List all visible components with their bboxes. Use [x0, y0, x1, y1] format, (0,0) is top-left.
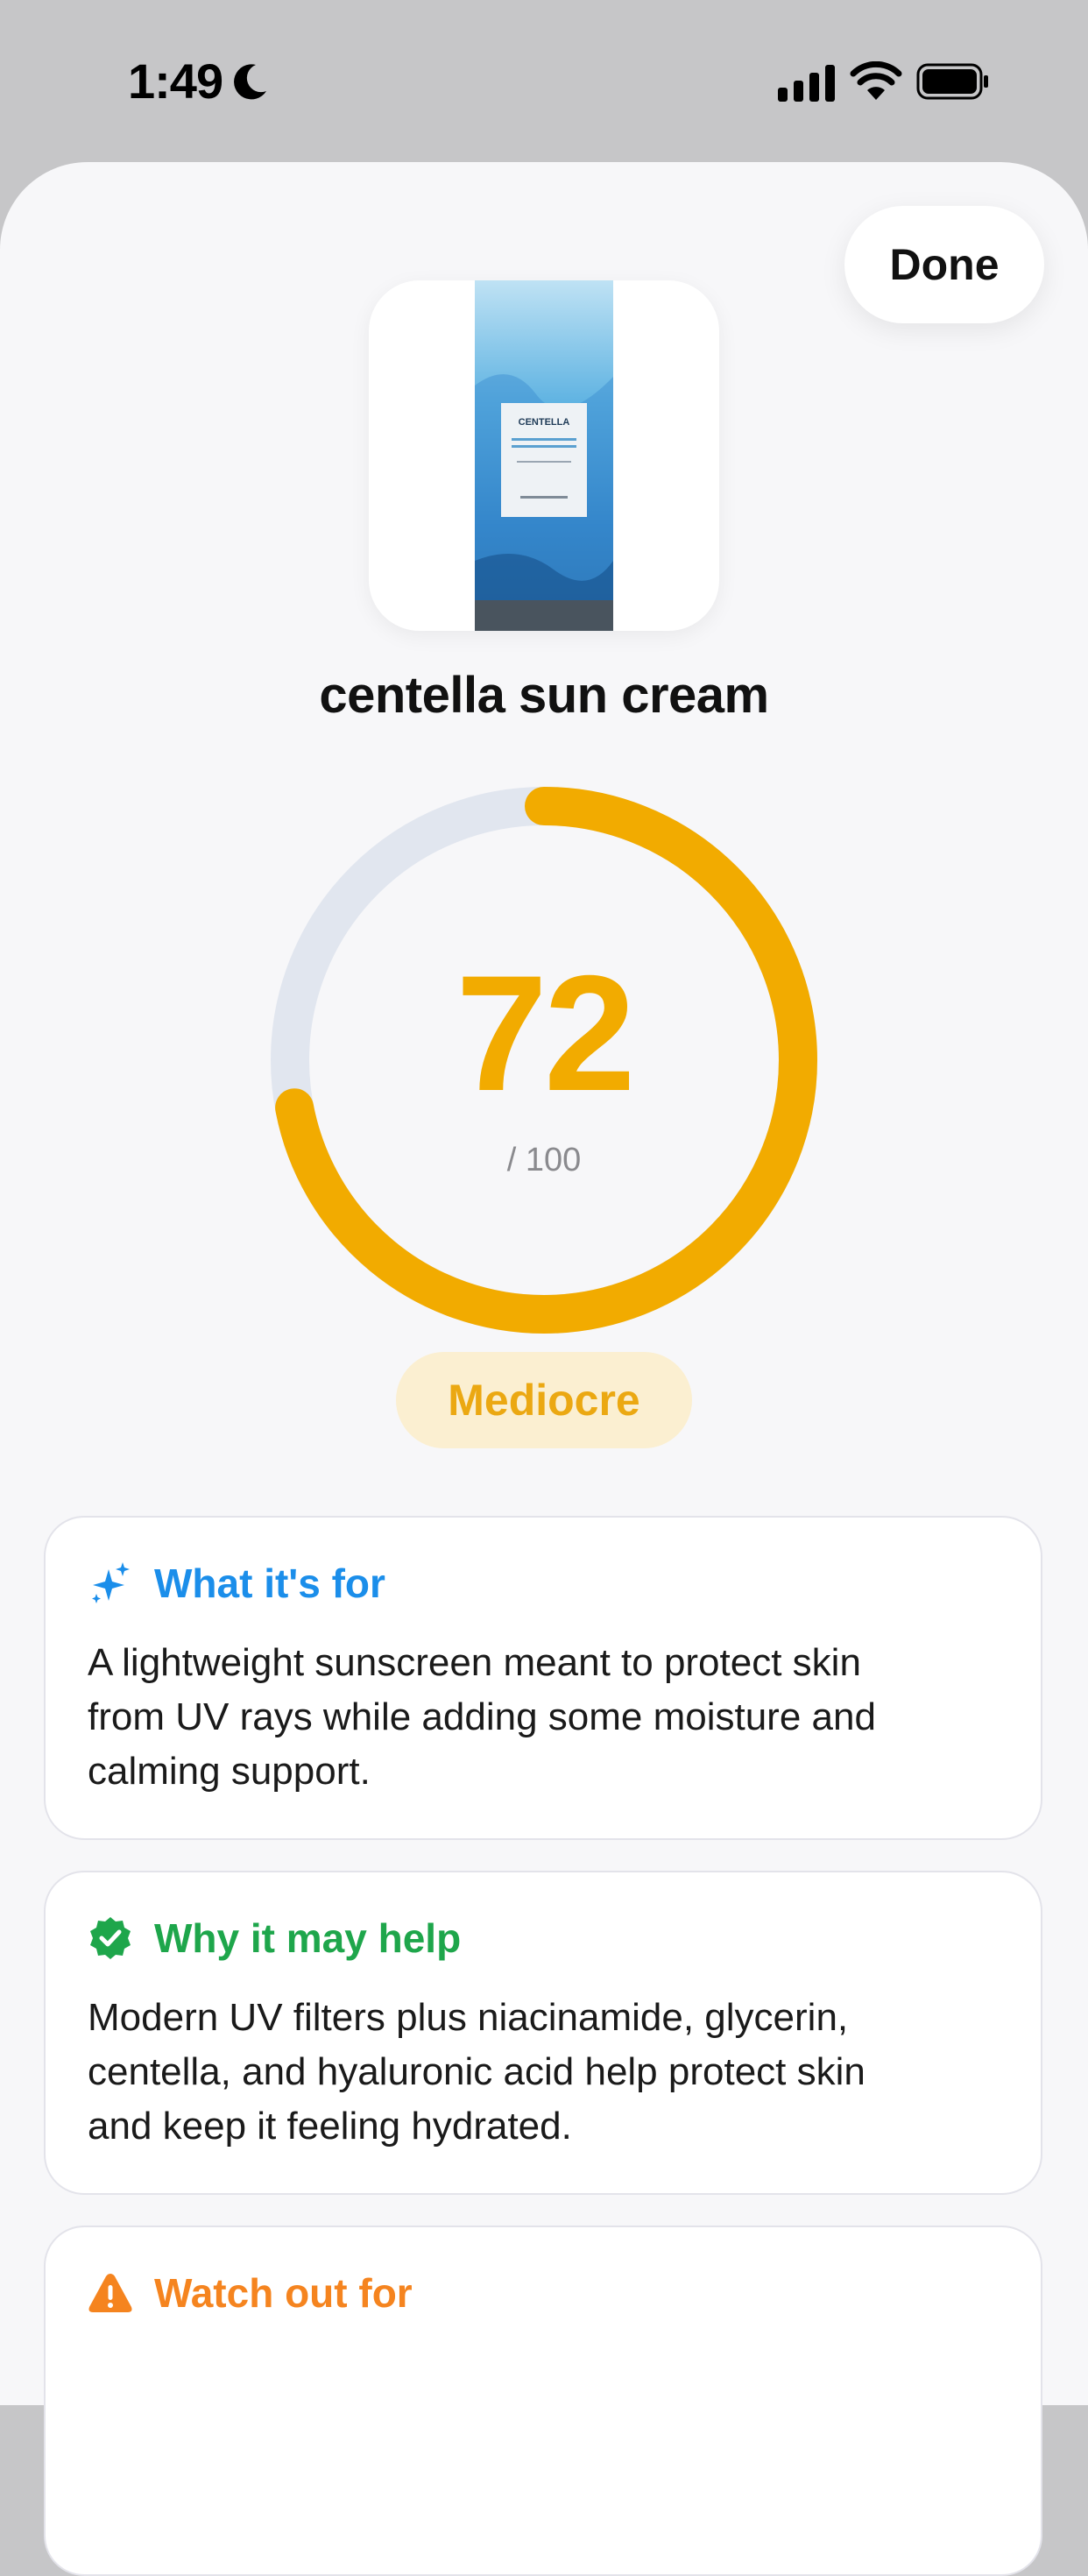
- done-button[interactable]: Done: [844, 206, 1044, 323]
- card-title: What it's for: [154, 1560, 385, 1606]
- card-body: A lightweight sunscreen meant to protect…: [88, 1636, 999, 1799]
- sparkles-icon: [92, 1562, 130, 1603]
- moon-icon: [234, 64, 266, 100]
- product-image: CENTELLA: [369, 280, 719, 631]
- product-detail-sheet: Done CENTELLA centella sun cream 72 / 10…: [0, 162, 1088, 2576]
- product-name: centella sun cream: [319, 667, 769, 724]
- wifi-icon: [850, 61, 902, 100]
- card-line: from UV rays while adding some moisture …: [88, 1695, 876, 1738]
- card-header: Why it may help: [88, 1914, 461, 1962]
- watch-out-for-card: Watch out for: [44, 2226, 1042, 2576]
- what-its-for-card: What it's for A lightweight sunscreen me…: [44, 1516, 1042, 1840]
- card-line: A lightweight sunscreen meant to protect…: [88, 1641, 861, 1684]
- card-line: Modern UV filters plus niacinamide, glyc…: [88, 1996, 849, 2039]
- card-body: Modern UV filters plus niacinamide, glyc…: [88, 1991, 999, 2154]
- card-line: and keep it feeling hydrated.: [88, 2105, 572, 2148]
- why-it-may-help-card: Why it may help Modern UV filters plus n…: [44, 1871, 1042, 2195]
- card-line: centella, and hyaluronic acid help prote…: [88, 2050, 865, 2093]
- score-value: 72: [456, 941, 635, 1125]
- product-photo-label: CENTELLA: [519, 417, 570, 428]
- score-max: / 100: [506, 1142, 582, 1178]
- product-photo: CENTELLA: [475, 280, 613, 631]
- card-header: What it's for: [88, 1560, 385, 1607]
- card-header: Watch out for: [88, 2269, 413, 2317]
- card-title: Watch out for: [154, 2270, 413, 2316]
- check-badge-icon: [90, 1917, 131, 1959]
- cellular-signal-icon: [778, 65, 835, 102]
- rating-badge: Mediocre: [396, 1352, 692, 1448]
- card-title: Why it may help: [154, 1915, 462, 1961]
- battery-icon: [916, 63, 988, 100]
- status-bar: 1:49: [0, 0, 1088, 162]
- status-time: 1:49: [128, 53, 223, 109]
- warning-icon: [88, 2274, 132, 2312]
- card-line: calming support.: [88, 1750, 371, 1793]
